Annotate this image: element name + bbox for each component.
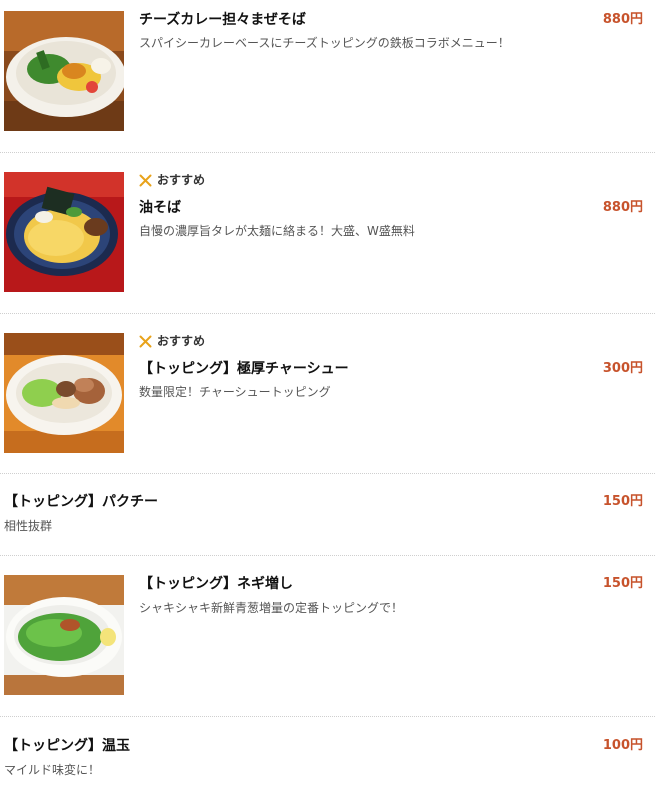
menu-item-price: 100円 [602,738,643,753]
menu-item-image[interactable] [4,333,124,453]
menu-item-description: マイルド味変に！ [4,763,101,777]
menu-item-image[interactable] [4,575,124,695]
menu-item-price: 880円 [602,200,643,215]
menu-item-title: 油そば [139,200,181,216]
menu-item-price: 300円 [602,361,643,376]
menu-item-price: 150円 [602,494,643,509]
menu-item-description: スパイシーカレーベースにチーズトッピングの鉄板コラボメニュー！ [139,36,510,50]
recommended-badge-label: おすすめ [157,173,206,187]
menu-item-title: 【トッピング】パクチー [4,494,158,510]
menu-item-description: 数量限定！チャーシュートッピング [139,385,331,399]
fork-knife-icon [139,174,152,186]
menu-item-image[interactable] [4,11,124,131]
recommended-badge: おすすめ [139,172,205,188]
negi-mashi-photo [4,575,124,695]
menu-item-image[interactable] [4,172,124,292]
menu-item-ontama[interactable]: 【トッピング】温玉 マイルド味変に！ 100円 [0,717,655,790]
menu-item-title: チーズカレー担々まぜそば [139,12,306,28]
menu-item-price: 150円 [602,576,643,591]
menu-item-title: 【トッピング】温玉 [4,738,130,754]
menu-item-description: シャキシャキ新鮮青葱増量の定番トッピングで！ [139,601,404,615]
menu-item-price: 880円 [602,12,643,27]
cheese-curry-mazesoba-photo [4,11,124,131]
thick-chashu-photo [4,333,124,453]
menu-item-aburasoba[interactable]: おすすめ 油そば 自慢の濃厚旨タレが太麺に絡まる！大盛、W盛無料 880円 [0,153,655,313]
menu-item-description: 自慢の濃厚旨タレが太麺に絡まる！大盛、W盛無料 [139,224,415,238]
menu-item-pakuchi[interactable]: 【トッピング】パクチー 相性抜群 150円 [0,474,655,555]
aburasoba-photo [4,172,124,292]
menu-item-negi-mashi[interactable]: 【トッピング】ネギ増し シャキシャキ新鮮青葱増量の定番トッピングで！ 150円 [0,556,655,716]
menu-item-title: 【トッピング】ネギ増し [139,576,293,592]
recommended-badge: おすすめ [139,333,205,349]
menu-item-description: 相性抜群 [4,519,53,533]
menu-item-cheese-curry-mazesoba[interactable]: チーズカレー担々まぜそば スパイシーカレーベースにチーズトッピングの鉄板コラボメ… [0,0,655,152]
fork-knife-icon [139,335,152,347]
menu-item-thick-chashu[interactable]: おすすめ 【トッピング】極厚チャーシュー 数量限定！チャーシュートッピング 30… [0,314,655,473]
menu-item-title: 【トッピング】極厚チャーシュー [139,361,349,377]
recommended-badge-label: おすすめ [157,334,206,348]
